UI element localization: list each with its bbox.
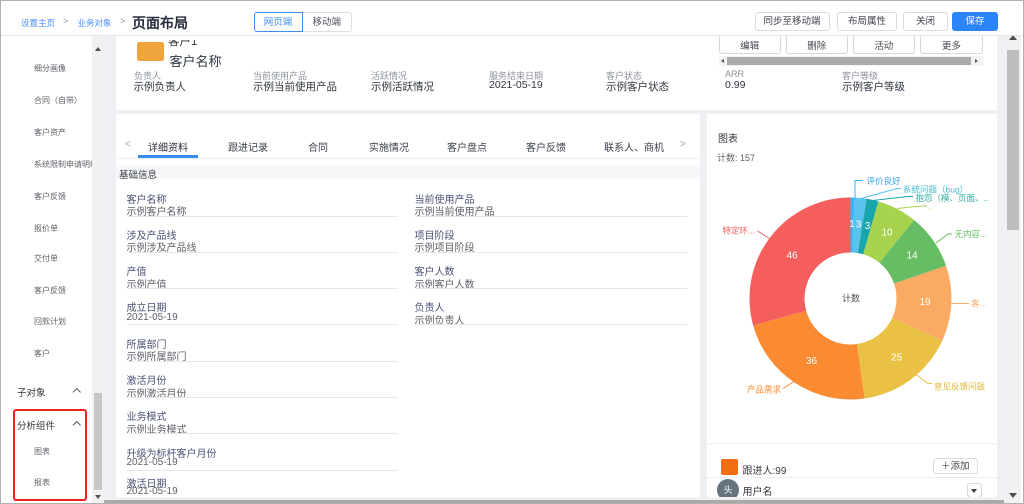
svg-text:46: 46 (786, 251, 798, 262)
svg-text:抱怨（模、页面、..: 抱怨（模、页面、.. (916, 193, 989, 203)
svg-text:3: 3 (865, 221, 871, 232)
svg-text:评价良好: 评价良好 (867, 176, 902, 186)
svg-text:14: 14 (906, 251, 918, 262)
svg-text:10: 10 (881, 228, 893, 239)
svg-text:25: 25 (891, 353, 903, 364)
svg-text:意见反馈问题: 意见反馈问题 (934, 382, 986, 392)
svg-text:无内容...: 无内容... (955, 229, 988, 239)
svg-text:1: 1 (849, 219, 855, 230)
svg-text:..: .. (928, 202, 933, 212)
svg-text:19: 19 (919, 297, 931, 308)
svg-text:客...: 客... (971, 299, 987, 309)
svg-text:产品需求: 产品需求 (747, 385, 782, 395)
svg-text:3: 3 (856, 220, 862, 231)
svg-text:特定环...: 特定环... (722, 226, 755, 236)
svg-text:计数: 计数 (842, 293, 860, 304)
svg-text:36: 36 (806, 356, 818, 367)
